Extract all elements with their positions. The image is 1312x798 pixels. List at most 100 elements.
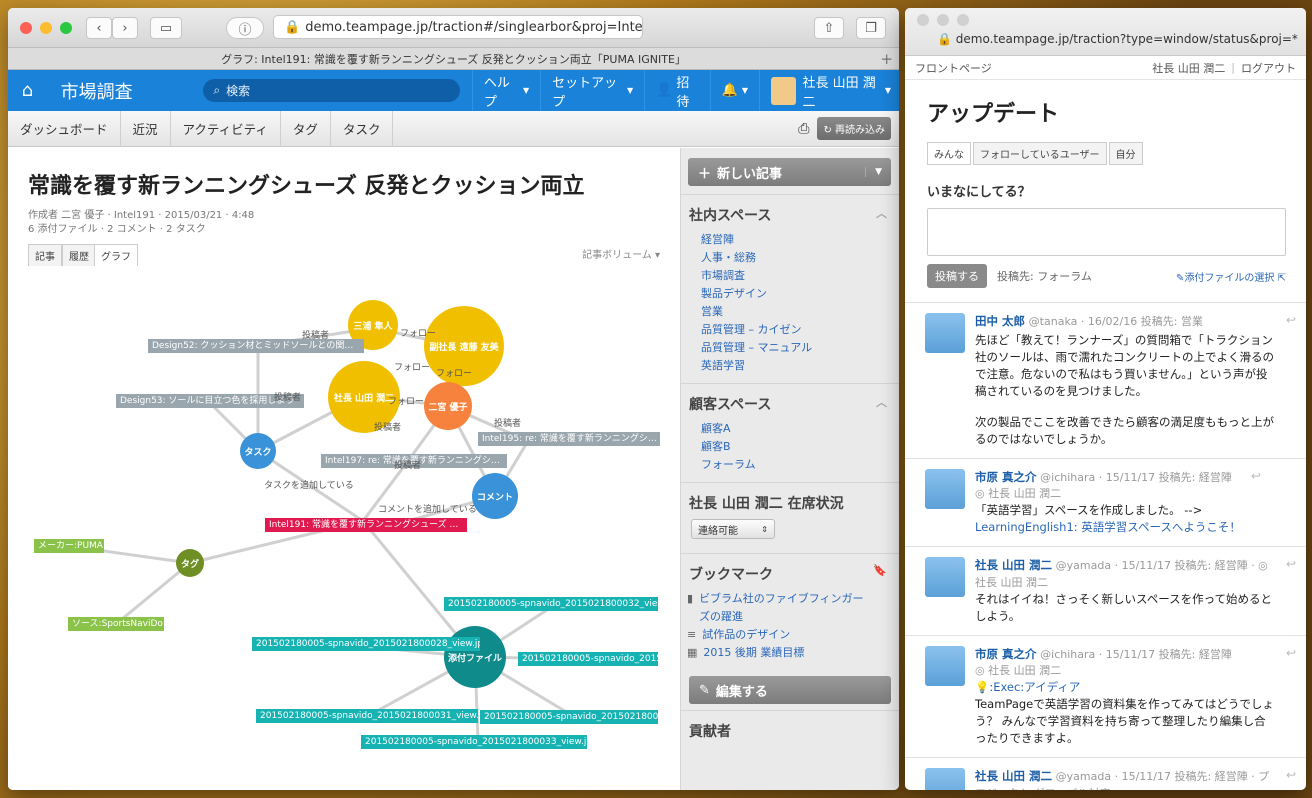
bookmark-item[interactable]: ▮ ビブラム社のファイブフィンガーズの躍進 (687, 590, 899, 626)
tab-activity[interactable]: アクティビティ (171, 110, 281, 147)
space-link[interactable]: 市場調査 (701, 267, 899, 285)
tab-everyone[interactable]: みんな (927, 142, 971, 165)
help-menu[interactable]: ヘルプ ▼ (471, 70, 540, 111)
graph-label-file-32[interactable]: 201502180005-spnavido_2015021800032_view… (444, 597, 658, 611)
chevron-down-icon[interactable]: ▼ (865, 167, 891, 177)
user-menu[interactable]: 社長 山田 潤二 ▼ (759, 70, 899, 111)
edit-button[interactable]: ✎ 編集する (689, 676, 891, 704)
minimize-window-button[interactable] (937, 14, 949, 26)
graph-label-design52[interactable]: Design52: クッション材とミッドソールとの関… (148, 339, 364, 353)
post-author[interactable]: 社長 山田 潤二 (975, 558, 1052, 572)
node-attachments[interactable]: 添付ファイル (444, 626, 506, 688)
avatar[interactable] (925, 469, 965, 509)
post-link[interactable]: 💡:Exec:アイディア (975, 679, 1276, 696)
forward-button[interactable]: › (112, 17, 138, 39)
reply-icon[interactable]: ↩ (1286, 313, 1296, 448)
post-link[interactable]: LearningEnglish1: 英語学習スペースへようこそ！ (975, 519, 1241, 536)
setup-menu[interactable]: セットアップ ▼ (540, 70, 644, 111)
node-user-ninomiya[interactable]: 二宮 優子 (424, 382, 472, 430)
graph-label-intel191[interactable]: Intel191: 常識を覆す新ランニングシューズ … (265, 518, 467, 532)
space-link[interactable]: 営業 (701, 303, 899, 321)
new-tab-icon[interactable]: + (880, 50, 893, 68)
avatar[interactable] (925, 646, 965, 686)
tab-tasks[interactable]: タスク (331, 110, 394, 147)
close-window-button[interactable] (20, 21, 32, 34)
minimize-window-button[interactable] (40, 21, 52, 34)
new-post-button[interactable]: ＋ 新しい記事 ▼ (688, 158, 891, 186)
graph-label-file-33[interactable]: 201502180005-spnavido_2015021800033_view… (361, 735, 587, 749)
attach-file-link[interactable]: ✎添付ファイルの選択 ⇱ (1176, 269, 1286, 284)
avatar[interactable] (925, 557, 965, 597)
invite-button[interactable]: 👤 招待 (644, 70, 710, 111)
tab-dashboard[interactable]: ダッシュボード (8, 110, 121, 147)
address-bar[interactable]: 🔒 demo.teampage.jp/traction#/singlearbor&… (273, 15, 643, 39)
print-icon[interactable]: ⎙ (798, 121, 809, 137)
space-link[interactable]: 英語学習 (701, 357, 899, 375)
space-link[interactable]: 品質管理 – カイゼン (701, 321, 899, 339)
graph-label-maker[interactable]: メーカー:PUMA (34, 539, 104, 553)
space-link[interactable]: 人事・総務 (701, 249, 899, 267)
post-author[interactable]: 田中 太郎 (975, 314, 1025, 328)
bookmark-item[interactable]: ≡ 試作品のデザイン (687, 626, 899, 644)
reply-icon[interactable]: ↩ (1251, 469, 1261, 536)
tab-recent[interactable]: 近況 (121, 110, 171, 147)
graph-label-source[interactable]: ソース:SportsNaviDo (68, 617, 164, 631)
space-title[interactable]: 市場調査 (47, 78, 204, 104)
front-page-link[interactable]: フロントページ (915, 60, 992, 76)
chevron-up-icon[interactable]: ︿ (876, 205, 887, 221)
reload-button[interactable]: ↻ 再読み込み (817, 117, 891, 140)
chevron-up-icon[interactable]: ︿ (876, 394, 887, 410)
tab-graph[interactable]: グラフ (94, 244, 138, 267)
tab-article[interactable]: 記事 (28, 244, 62, 267)
graph-label-intel195[interactable]: Intel195: re: 常識を覆す新ランニングシ… (478, 432, 660, 446)
zoom-window-button[interactable] (60, 21, 72, 34)
tab-following[interactable]: フォローしているユーザー (973, 142, 1107, 165)
bookmark-icon[interactable]: 🔖 (873, 564, 887, 577)
reply-icon[interactable]: ↩ (1286, 768, 1296, 790)
status-input[interactable] (927, 208, 1286, 256)
space-link[interactable]: フォーラム (701, 456, 899, 474)
post-target[interactable]: 投稿先: フォーラム (997, 268, 1092, 284)
post-button[interactable]: 投稿する (927, 264, 987, 288)
user-link[interactable]: 社長 山田 潤二 (1152, 60, 1225, 76)
logout-link[interactable]: ログアウト (1241, 60, 1296, 76)
tab-history[interactable]: 履歴 (62, 244, 96, 267)
node-task[interactable]: タスク (240, 433, 276, 469)
avatar[interactable] (925, 768, 965, 790)
relationship-graph[interactable]: 三浦 隼人 副社長 遠藤 友美 社長 山田 潤二 二宮 優子 タスク コメント … (8, 266, 660, 790)
post-author[interactable]: 社長 山田 潤二 (975, 769, 1052, 783)
sidebar-toggle-icon[interactable]: ▭ (150, 17, 182, 39)
zoom-window-button[interactable] (957, 14, 969, 26)
post-author[interactable]: 市原 真之介 (975, 470, 1037, 484)
space-link[interactable]: 製品デザイン (701, 285, 899, 303)
space-link[interactable]: 経営陣 (701, 231, 899, 249)
avatar[interactable] (925, 313, 965, 353)
search-input[interactable]: ⌕ 検索 (203, 79, 460, 102)
presence-select[interactable]: 連絡可能 ⇕ (691, 519, 775, 539)
graph-label-file-29[interactable]: 201502180005-spnavido_2015021800029_view… (518, 652, 658, 666)
tab-tags[interactable]: タグ (281, 110, 331, 147)
reply-icon[interactable]: ↩ (1286, 557, 1296, 625)
back-button[interactable]: ‹ (86, 17, 112, 39)
address-bar[interactable]: 🔒 demo.teampage.jp/traction?type=window/… (937, 32, 1298, 46)
bookmark-item[interactable]: ▦ 2015 後期 業績目標 (687, 644, 899, 662)
tab-self[interactable]: 自分 (1108, 142, 1143, 165)
graph-label-file-30[interactable]: 201502180005-spnavido_2015021800030_view… (480, 710, 658, 724)
node-tag[interactable]: タグ (176, 549, 204, 577)
tabs-overview-icon[interactable]: ❐ (856, 17, 886, 39)
browser-tab[interactable]: グラフ: Intel191: 常識を覆す新ランニングシューズ 反発とクッション両… (8, 48, 899, 70)
graph-label-file-28[interactable]: 201502180005-spnavido_2015021800028_view… (252, 637, 480, 651)
share-icon[interactable]: ⇧ (814, 17, 844, 39)
node-comment[interactable]: コメント (472, 473, 518, 519)
close-window-button[interactable] (917, 14, 929, 26)
reader-info-icon[interactable]: ⓘ (226, 17, 264, 39)
graph-label-file-31[interactable]: 201502180005-spnavido_2015021800031_view… (256, 709, 478, 723)
space-link[interactable]: 品質管理 – マニュアル (701, 339, 899, 357)
home-icon[interactable]: ⌂ (8, 80, 47, 101)
space-link[interactable]: 顧客B (701, 438, 899, 456)
post-author[interactable]: 市原 真之介 (975, 647, 1037, 661)
reply-icon[interactable]: ↩ (1286, 646, 1296, 747)
notifications-menu[interactable]: 🔔 ▼ (709, 70, 759, 111)
space-link[interactable]: 顧客A (701, 420, 899, 438)
volume-dropdown[interactable]: 記事ボリューム ▾ (582, 246, 660, 261)
